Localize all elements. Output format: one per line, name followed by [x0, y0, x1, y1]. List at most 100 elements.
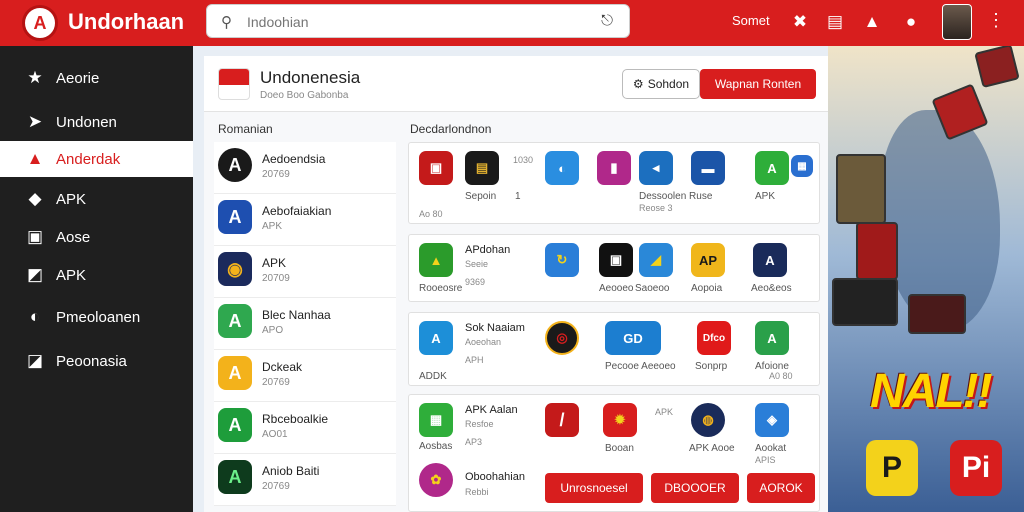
app-tile[interactable]: ◈ [755, 403, 789, 437]
app-tile[interactable]: A [755, 321, 789, 355]
promo-headline: NAL!! [870, 365, 993, 418]
list-item[interactable]: A Dckeak 20769 [214, 350, 396, 402]
list-item[interactable]: A Aedoendsia 20769 [214, 142, 396, 194]
app-size: 20769 [262, 377, 290, 388]
app-tile-label: Booan [605, 443, 634, 454]
package-icon: ◩ [26, 265, 44, 284]
flag-icon [218, 68, 250, 100]
top-link[interactable]: Somet [732, 13, 770, 28]
app-tile[interactable]: GD [605, 321, 661, 355]
sidebar-item-undonen[interactable]: ➤ Undonen [0, 104, 193, 140]
action-button[interactable]: Unrosnoesel [545, 473, 643, 503]
list-item[interactable]: A Rbceboalkie AO01 [214, 402, 396, 454]
sidebar-item-apk[interactable]: ◆ APK [0, 181, 193, 217]
app-tile[interactable]: Dfco [697, 321, 731, 355]
sidebar-item-aeorie[interactable]: ★ Aeorie [0, 60, 193, 96]
sidebar-item-pmeoloanen[interactable]: ◐ Pmeoloanen [0, 299, 193, 335]
app-tile[interactable]: ◎ [545, 321, 579, 355]
app-name: Aebofaiakian [262, 204, 332, 218]
app-grid-card: ▣ ▤ Sepoin 1 1030 ◐ ▮ ◂ Dessoolen Ruse ▬… [408, 142, 820, 224]
settings-icon: ⚙ [632, 77, 644, 91]
search-input[interactable] [247, 11, 587, 33]
secondary-button[interactable]: ⚙ Sohdon [622, 69, 700, 99]
list-item[interactable]: ◉ APK 20709 [214, 246, 396, 298]
app-tile[interactable]: ◐ [545, 151, 579, 185]
app-tile[interactable]: A [755, 151, 789, 185]
app-icon: A [218, 460, 252, 494]
promo-app-icon[interactable]: Pi [950, 440, 1002, 496]
app-tile[interactable]: ▦ [419, 403, 453, 437]
more-icon[interactable]: ⋮ [986, 10, 1006, 31]
app-tile[interactable]: A [419, 321, 453, 355]
app-tile[interactable]: ▤ [465, 151, 499, 185]
secondary-button-label: Sohdon [647, 77, 690, 91]
avatar[interactable] [942, 4, 972, 40]
sidebar-item-aose[interactable]: ▣ Aose [0, 219, 193, 255]
message-icon[interactable]: ● [899, 10, 923, 34]
app-size: 20769 [262, 481, 290, 492]
app-tile-label: ADDK [419, 371, 447, 382]
app-tile[interactable]: ▬ [691, 151, 725, 185]
app-grid-card: ▲ Rooeosre APdohan Seeie 9369 ↻ ▣ Aeooeo… [408, 234, 820, 302]
app-icon: ◉ [218, 252, 252, 286]
list-icon[interactable]: ▤ [823, 10, 847, 34]
app-tile[interactable]: ▣ [419, 151, 453, 185]
app-tile[interactable]: ◢ [639, 243, 673, 277]
app-tile[interactable]: A [753, 243, 787, 277]
list-item[interactable]: A Blec Nanhaa APO [214, 298, 396, 350]
app-tile[interactable]: ▣ [599, 243, 633, 277]
promo-app-icon[interactable]: P [866, 440, 918, 496]
app-tile[interactable]: ◍ [691, 403, 725, 437]
tools-icon[interactable]: ✖ [788, 10, 812, 34]
row-subtitle: Aoeohan [465, 337, 502, 347]
app-tile-label: Aookat [755, 443, 787, 454]
app-size: APK [262, 221, 283, 232]
app-tile[interactable]: ↻ [545, 243, 579, 277]
app-tile-label: Aeo&eos [751, 283, 792, 294]
app-tile[interactable]: ◂ [639, 151, 673, 185]
search-bar[interactable]: ⚲ ⎋ [206, 4, 630, 38]
action-button[interactable]: DBOOOER [651, 473, 739, 503]
app-meta: A0 80 [769, 371, 793, 381]
apk-icon: ◆ [28, 189, 42, 208]
app-tile-label: Aopoia [691, 283, 723, 294]
main-panel: Undonenesia Doeo Boo Gabonba ⚙ Sohdon Wa… [204, 56, 828, 512]
app-name: Rbceboalkie [262, 412, 329, 426]
page-subtitle: Doeo Boo Gabonba [260, 90, 349, 101]
app-tile[interactable]: ▮ [597, 151, 631, 185]
user-icon[interactable]: ▲ [860, 10, 884, 34]
row-title: APdohan [465, 244, 511, 256]
app-meta: 1030 [513, 155, 534, 165]
sidebar-item-label: APK [56, 266, 87, 284]
primary-button[interactable]: Wapnan Ronten [700, 69, 816, 99]
app-tile-label: Aosbas [419, 441, 453, 452]
sidebar-item-anderdak[interactable]: ▲ Anderdak [0, 141, 193, 177]
package-icon [836, 154, 886, 224]
brand-name[interactable]: Undorhaan [68, 9, 184, 35]
app-logo[interactable]: A [22, 5, 58, 41]
app-name: Aniob Baiti [262, 464, 320, 478]
app-tile[interactable]: ✹ [603, 403, 637, 437]
app-tile[interactable]: AP [691, 243, 725, 277]
row-title: Oboohahian [465, 471, 525, 483]
app-tile[interactable]: ✿ [419, 463, 453, 497]
app-tile-label: Aeooeo [599, 283, 634, 294]
app-meta: 9369 [465, 277, 486, 287]
app-tile[interactable]: ▲ [419, 243, 453, 277]
grid-icon: ▣ [26, 227, 44, 246]
row-title: Sok Naaiam [465, 322, 525, 334]
app-meta: Reose 3 [639, 203, 673, 213]
app-size: APO [262, 325, 284, 336]
list-item[interactable]: A Aebofaiakian APK [214, 194, 396, 246]
list-item[interactable]: A Aniob Baiti 20769 [214, 454, 396, 506]
mic-icon[interactable]: ⎋ [601, 12, 613, 29]
app-tile-label: APK [755, 191, 776, 202]
app-size: 20769 [262, 169, 290, 180]
action-button[interactable]: AOROK [747, 473, 815, 503]
row-title: APK Aalan [465, 404, 518, 416]
sidebar-item-apk-2[interactable]: ◩ APK [0, 257, 193, 293]
app-grid-card: A Sok Naaiam Aoeohan APH ADDK ◎ GD Pecoo… [408, 312, 820, 386]
app-tile[interactable]: / [545, 403, 579, 437]
app-tile[interactable]: ▦ [791, 155, 813, 177]
sidebar-item-peoonasia[interactable]: ◪ Peoonasia [0, 343, 193, 379]
